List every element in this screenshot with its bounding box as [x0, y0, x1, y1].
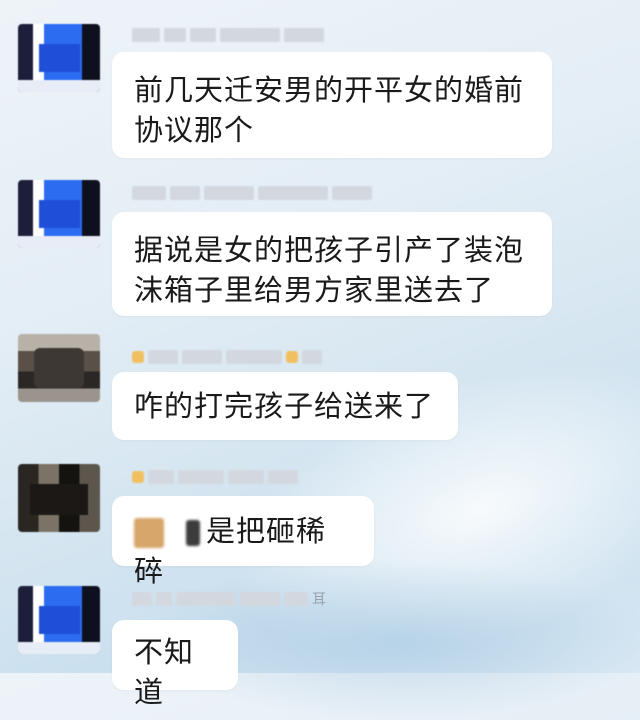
- avatar[interactable]: [18, 24, 100, 92]
- avatar[interactable]: [18, 180, 100, 248]
- avatar[interactable]: [18, 464, 100, 532]
- avatar[interactable]: [18, 334, 100, 402]
- blurred-mark: [186, 520, 200, 546]
- message-text: 前几天迁安男的开平女的婚前: [134, 73, 525, 107]
- message-bubble[interactable]: 咋的打完孩子给送来了: [112, 372, 458, 440]
- sender-name-blurred: [132, 468, 298, 486]
- message-bubble[interactable]: 是把砸稀碎: [112, 496, 374, 588]
- message-bubble[interactable]: 不知道: [112, 620, 238, 709]
- message-text: 沫箱子里给男方家里送去了: [134, 273, 495, 307]
- message-bubble[interactable]: 据说是女的把孩子引产了装泡 沫箱子里给男方家里送去了: [112, 212, 552, 316]
- sender-name-blurred: 耳: [132, 590, 326, 608]
- sender-name-visible-char: 耳: [312, 592, 326, 608]
- message-text: 咋的打完孩子给送来了: [134, 389, 435, 423]
- sender-name-blurred: [132, 184, 372, 202]
- avatar[interactable]: [18, 586, 100, 654]
- message-bubble[interactable]: 前几天迁安男的开平女的婚前 协议那个: [112, 52, 552, 158]
- sender-name-blurred: [132, 26, 324, 44]
- message-text: 协议那个: [134, 113, 255, 147]
- message-text: 据说是女的把孩子引产了装泡: [134, 233, 525, 267]
- message-text: 不知道: [134, 635, 195, 709]
- blurred-emoji: [134, 518, 164, 548]
- sender-name-blurred: [132, 348, 322, 366]
